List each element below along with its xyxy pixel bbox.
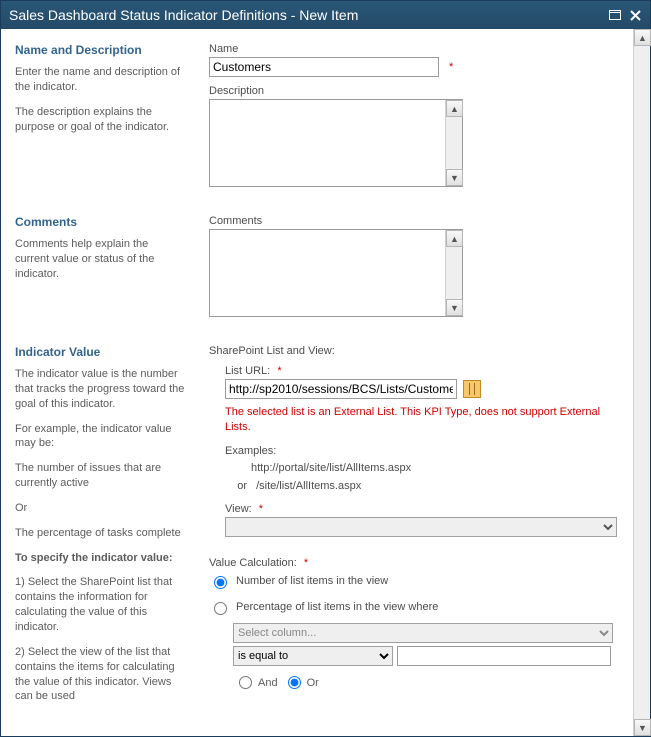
example-url: /site/list/AllItems.aspx: [256, 480, 361, 492]
section-heading-comments: Comments: [15, 215, 185, 229]
required-indicator: *: [277, 365, 281, 377]
list-picker-icon[interactable]: [463, 380, 481, 398]
operator-select[interactable]: is equal to: [233, 646, 393, 666]
and-label: And: [258, 677, 278, 689]
example-url: http://portal/site/list/AllItems.aspx: [251, 460, 619, 478]
section-heading-name: Name and Description: [15, 43, 185, 57]
help-text: 2) Select the view of the list that cont…: [15, 645, 185, 704]
help-subheading: To specify the indicator value:: [15, 551, 185, 566]
name-label: Name: [209, 43, 619, 55]
comments-textarea[interactable]: ▲ ▼: [209, 229, 463, 317]
required-indicator: *: [304, 557, 308, 569]
help-text: For example, the indicator value may be:: [15, 422, 185, 452]
example-or: or: [225, 478, 247, 496]
filter-value-input[interactable]: [397, 646, 611, 666]
column-select[interactable]: Select column...: [233, 623, 613, 643]
scroll-up-icon[interactable]: ▲: [446, 100, 463, 117]
description-label: Description: [209, 85, 619, 97]
titlebar: Sales Dashboard Status Indicator Definit…: [1, 1, 650, 29]
name-input[interactable]: [209, 57, 439, 77]
examples-label: Examples:: [225, 443, 619, 461]
examples-block: Examples: http://portal/site/list/AllIte…: [225, 443, 619, 496]
window-scrollbar[interactable]: ▲ ▼: [633, 29, 650, 736]
description-textarea[interactable]: ▲ ▼: [209, 99, 463, 187]
error-message: The selected list is an External List. T…: [225, 405, 619, 435]
radio-percentage[interactable]: [214, 602, 227, 615]
radio-label: Number of list items in the view: [236, 575, 388, 587]
list-view-label: SharePoint List and View:: [209, 345, 619, 357]
required-indicator: *: [259, 503, 263, 515]
or-label: Or: [307, 677, 319, 689]
scroll-down-icon[interactable]: ▼: [446, 299, 463, 316]
scroll-up-icon[interactable]: ▲: [446, 230, 463, 247]
help-text: Comments help explain the current value …: [15, 237, 185, 282]
radio-label: Percentage of list items in the view whe…: [236, 601, 438, 613]
view-label: View:: [225, 503, 252, 515]
help-text: 1) Select the SharePoint list that conta…: [15, 575, 185, 634]
window-title: Sales Dashboard Status Indicator Definit…: [9, 7, 358, 23]
help-text: The number of issues that are currently …: [15, 461, 185, 491]
scrollbar[interactable]: ▲ ▼: [445, 230, 462, 316]
comments-label: Comments: [209, 215, 619, 227]
list-url-label: List URL:: [225, 365, 270, 377]
view-select[interactable]: [225, 517, 617, 537]
maximize-icon[interactable]: [608, 8, 622, 22]
scrollbar[interactable]: ▲ ▼: [445, 100, 462, 186]
help-text: The description explains the purpose or …: [15, 105, 185, 135]
list-url-input[interactable]: [225, 379, 457, 399]
help-text: Enter the name and description of the in…: [15, 65, 185, 95]
scroll-up-icon[interactable]: ▲: [634, 29, 651, 46]
section-heading-indicator: Indicator Value: [15, 345, 185, 359]
help-text: Or: [15, 501, 185, 516]
dialog-body: Name and Description Enter the name and …: [1, 29, 633, 736]
help-text: The indicator value is the number that t…: [15, 367, 185, 412]
help-text: The percentage of tasks complete: [15, 526, 185, 541]
radio-and[interactable]: [239, 676, 252, 689]
value-calc-label: Value Calculation:: [209, 557, 297, 569]
radio-or[interactable]: [288, 676, 301, 689]
close-icon[interactable]: [628, 8, 642, 22]
scroll-down-icon[interactable]: ▼: [446, 169, 463, 186]
radio-number-of-items[interactable]: [214, 576, 227, 589]
required-indicator: *: [449, 61, 453, 73]
scroll-down-icon[interactable]: ▼: [634, 719, 651, 736]
